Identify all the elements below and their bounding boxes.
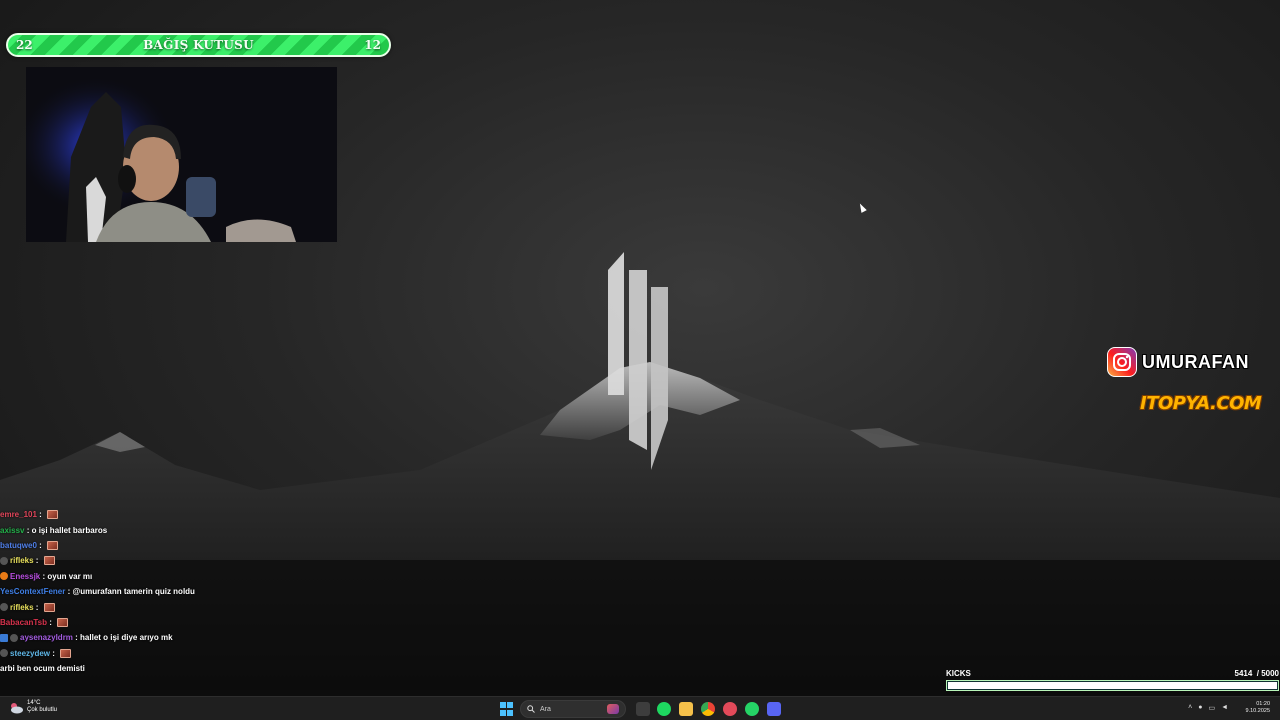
chat-text: o işi hallet barbaros [31, 525, 108, 535]
chat-text: @umurafann tamerin quiz noldu [72, 587, 195, 597]
clock-time: 01:20 [1256, 701, 1270, 707]
donation-title: BAĞIŞ KUTUSU [143, 38, 254, 52]
app-icon[interactable] [723, 702, 737, 716]
weather-temp: 14°C [27, 700, 41, 706]
chat-username: rifleks [10, 602, 34, 612]
webcam-image [26, 67, 337, 242]
system-tray: ˄ ● ▭ ◄ [1188, 704, 1228, 712]
file-explorer-icon[interactable] [679, 702, 693, 716]
search-highlight-icon [607, 704, 619, 714]
task-view-icon[interactable] [636, 702, 650, 716]
kicks-goal: KICKS 5414 / 5000 [946, 669, 1279, 691]
chat-message: Enessjk : oyun var mı [0, 569, 320, 584]
webcam-feed [26, 67, 337, 242]
instagram-overlay: UMURAFAN [1107, 347, 1249, 377]
network-icon[interactable]: ▭ [1208, 704, 1215, 712]
chat-message: aysenazyldrm : hallet o işi diye arıyo m… [0, 630, 320, 645]
chat-username: steezydew [10, 648, 51, 658]
donation-goal-bar: 22 BAĞIŞ KUTUSU 12 [6, 33, 391, 57]
clock-date: 9.10.2025 [1245, 708, 1270, 714]
chat-message: rifleks : [0, 599, 320, 614]
volume-icon[interactable]: ◄ [1221, 704, 1228, 712]
donation-right-value: 12 [364, 38, 381, 52]
chat-message: batuqwe0 : [0, 538, 320, 553]
user-badge-icon [0, 603, 8, 612]
chat-username: aysenazyldrm [20, 633, 73, 643]
user-badge-icon [0, 556, 8, 565]
chrome-icon[interactable] [701, 702, 715, 716]
user-badge-icon [0, 572, 8, 581]
emote-icon [47, 540, 59, 550]
weather-desc: Çok bulutlu [27, 707, 58, 713]
instagram-handle: UMURAFAN [1142, 351, 1249, 372]
kicks-progress-fill [948, 682, 1277, 689]
chat-text: hallet o işi diye arıyo mk [80, 633, 173, 643]
sponsor-logo: ITOPYA.COM [1140, 393, 1262, 414]
user-badge-icon [10, 633, 18, 642]
taskbar-clock[interactable]: 01:20 9.10.2025 [1246, 701, 1270, 715]
emote-icon [60, 648, 72, 658]
chat-username: BabacanTsb [0, 617, 47, 627]
chevron-up-icon[interactable]: ˄ [1188, 704, 1192, 712]
chat-message: arbi ben ocum demisti [0, 661, 320, 676]
search-placeholder: Ara [540, 705, 551, 713]
chat-username: rifleks [10, 556, 34, 566]
kicks-count: 5414 / 5000 [1234, 669, 1280, 678]
chat-text: oyun var mı [47, 571, 93, 581]
chat-username: batuqwe0 [0, 540, 37, 550]
emote-icon [47, 510, 59, 520]
instagram-icon [1107, 347, 1137, 377]
spotify-icon[interactable] [657, 702, 671, 716]
kicks-progress-bar [946, 680, 1279, 691]
discord-icon[interactable] [767, 702, 781, 716]
user-badge-icon [0, 649, 8, 658]
microphone-icon[interactable]: ● [1198, 704, 1202, 712]
emote-icon [43, 602, 55, 612]
whatsapp-icon[interactable] [745, 702, 759, 716]
emote-icon [43, 556, 55, 566]
chat-message: steezydew : [0, 646, 320, 661]
chat-username: axissv [0, 525, 25, 535]
chat-message: axissv : o işi hallet barbaros [0, 525, 108, 535]
subscriber-badge-icon [0, 633, 8, 642]
chat-message: rifleks : [0, 553, 320, 568]
search-icon [527, 705, 535, 713]
taskbar-search[interactable]: Ara [520, 700, 626, 718]
chat-message: YesContextFener : @umurafann tamerin qui… [0, 587, 195, 597]
chat-username: emre_101 [0, 510, 37, 520]
chat-text: arbi ben ocum demisti [0, 664, 85, 674]
chat-message: BabacanTsb : [0, 615, 320, 630]
cloud-icon [9, 701, 23, 714]
windows-taskbar: 14°C Çok bulutlu Ara ˄ ● ▭ ◄ 01:20 9.10.… [0, 696, 1280, 720]
donation-left-value: 22 [16, 38, 33, 52]
windows-start-icon[interactable] [500, 702, 514, 716]
chat-username: YesContextFener [0, 587, 66, 597]
kicks-label: KICKS [946, 669, 971, 678]
emote-icon [57, 617, 69, 627]
weather-widget[interactable]: 14°C Çok bulutlu [9, 700, 57, 714]
chat-overlay: emre_101 : axissv : o işi hallet barbaro… [0, 507, 320, 676]
chat-message: emre_101 : [0, 507, 320, 522]
chat-username: Enessjk [10, 571, 41, 581]
